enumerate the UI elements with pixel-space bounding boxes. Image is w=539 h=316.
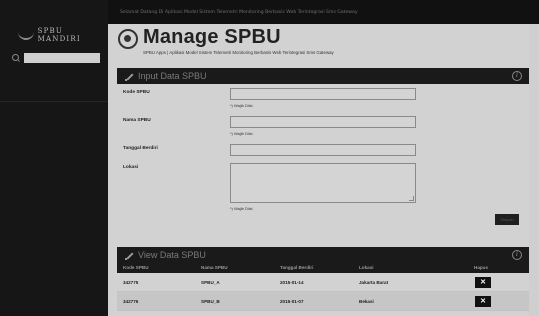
cell-tanggal: 2015-01-14 bbox=[280, 280, 304, 285]
delete-button[interactable]: ✕ bbox=[475, 277, 491, 288]
nama-help: *) Wajib Diisi bbox=[230, 131, 253, 136]
table-row: 342775 SPBU_A 2015-01-14 Jakarta Barat ✕ bbox=[117, 273, 529, 292]
sidebar-divider bbox=[0, 101, 108, 102]
brand[interactable]: SPBU MANDIRI bbox=[18, 27, 108, 43]
cell-nama: SPBU_B bbox=[201, 299, 220, 304]
table-header: Kode SPBU Nama SPBU Tanggal Berdiri Loka… bbox=[117, 263, 529, 273]
col-hapus: Hapus bbox=[474, 265, 489, 270]
input-panel-header: Input Data SPBU i bbox=[117, 68, 529, 84]
sidebar: SPBU MANDIRI bbox=[0, 0, 108, 316]
nama-label: Nama SPBU bbox=[123, 118, 151, 123]
kode-label: Kode SPBU bbox=[123, 90, 150, 95]
info-icon[interactable]: i bbox=[512, 250, 522, 260]
main-content: Selamat Datang Di Aplikasi Model Sistem … bbox=[108, 0, 539, 316]
scrollbar-track[interactable] bbox=[529, 24, 539, 316]
input-panel: Input Data SPBU i Kode SPBU *) Wajib Dii… bbox=[117, 68, 529, 236]
view-panel-header: View Data SPBU i bbox=[117, 247, 529, 263]
sidebar-search bbox=[12, 53, 100, 63]
close-icon: ✕ bbox=[480, 298, 486, 305]
cell-lokasi: Bekasi bbox=[359, 299, 374, 304]
kode-help: *) Wajib Diisi bbox=[230, 103, 253, 108]
close-icon: ✕ bbox=[480, 279, 486, 286]
spbu-table: Kode SPBU Nama SPBU Tanggal Berdiri Loka… bbox=[117, 263, 529, 311]
info-icon[interactable]: i bbox=[512, 71, 522, 81]
tanggal-berdiri-input[interactable] bbox=[230, 144, 416, 156]
page-header: Manage SPBU SPBU Apps | Aplikasi Model S… bbox=[118, 27, 334, 55]
cell-kode: 342776 bbox=[123, 299, 139, 304]
delete-button[interactable]: ✕ bbox=[475, 296, 491, 307]
search-input[interactable] bbox=[24, 53, 100, 63]
table-row: 342776 SPBU_B 2015-01-07 Bekasi ✕ bbox=[117, 292, 529, 311]
input-panel-title: Input Data SPBU bbox=[138, 71, 207, 81]
pencil-icon bbox=[125, 72, 134, 81]
col-tanggal: Tanggal Berdiri bbox=[280, 265, 314, 270]
top-bar: Selamat Datang Di Aplikasi Model Sistem … bbox=[108, 0, 539, 24]
lokasi-label: Lokasi bbox=[123, 165, 139, 170]
brand-name: SPBU MANDIRI bbox=[37, 27, 81, 43]
save-button[interactable]: Simpan bbox=[495, 214, 519, 225]
col-nama: Nama SPBU bbox=[201, 265, 228, 270]
welcome-text: Selamat Datang Di Aplikasi Model Sistem … bbox=[120, 9, 358, 15]
lokasi-help: *) Wajib Diisi bbox=[230, 206, 253, 211]
tanggal-label: Tanggal Berdiri bbox=[123, 146, 158, 151]
cell-nama: SPBU_A bbox=[201, 280, 220, 285]
col-lokasi: Lokasi bbox=[359, 265, 374, 270]
lokasi-textarea[interactable] bbox=[230, 163, 416, 203]
page-title: Manage SPBU bbox=[143, 26, 281, 48]
search-icon[interactable] bbox=[12, 53, 21, 63]
pencil-icon bbox=[125, 251, 134, 260]
cell-lokasi: Jakarta Barat bbox=[359, 280, 389, 285]
gas-logo-icon bbox=[18, 30, 34, 40]
cell-kode: 342775 bbox=[123, 280, 139, 285]
view-panel: View Data SPBU i Kode SPBU Nama SPBU Tan… bbox=[117, 247, 529, 311]
nama-spbu-input[interactable] bbox=[230, 116, 416, 128]
disc-icon bbox=[118, 29, 138, 49]
page-subtitle: SPBU Apps | Aplikasi Model Sistem Teleme… bbox=[143, 50, 334, 55]
view-panel-title: View Data SPBU bbox=[138, 250, 206, 260]
cell-tanggal: 2015-01-07 bbox=[280, 299, 304, 304]
kode-spbu-input[interactable] bbox=[230, 88, 416, 100]
col-kode: Kode SPBU bbox=[123, 265, 149, 270]
